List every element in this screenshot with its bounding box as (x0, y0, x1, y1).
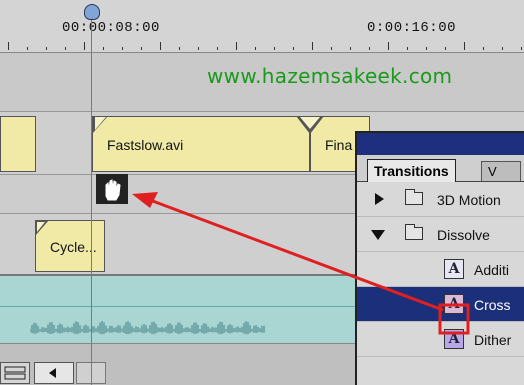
ruler-tick (369, 47, 370, 50)
transition-label: Dither (474, 332, 512, 348)
folder-icon (405, 224, 423, 240)
palette-title-bar[interactable] (357, 133, 524, 155)
ruler-tick (293, 47, 294, 50)
transition-icon: A (444, 329, 464, 349)
scroll-left-button[interactable] (34, 362, 74, 384)
collapsed-triangle-icon[interactable] (375, 193, 384, 205)
palette-tab-row: Transitions V (357, 155, 524, 182)
ruler-tick (179, 47, 180, 50)
ruler-tick (445, 47, 446, 50)
expanded-triangle-icon[interactable] (371, 230, 385, 240)
watermark-text: www.hazemsakeek.com (207, 64, 453, 88)
hand-cursor-icon (96, 174, 128, 204)
folder-icon (405, 189, 423, 205)
ruler-tick (407, 47, 408, 50)
transition-item[interactable]: A Dither (357, 322, 524, 357)
ruler-tick (141, 47, 142, 50)
ruler-tick (46, 47, 47, 50)
timeline-window: 00:00:08:00 0:00:16:00 Fastslow.avi Fina… (0, 0, 524, 385)
transition-label: Cross (474, 297, 511, 313)
ruler-tick (388, 42, 389, 50)
tab-transitions[interactable]: Transitions (367, 159, 456, 182)
ruler-time-label: 00:00:08:00 (62, 20, 160, 36)
transition-item-selected[interactable]: A Cross (357, 287, 524, 322)
ruler-tick (160, 42, 161, 50)
transition-icon: A (444, 259, 464, 279)
transition-item[interactable]: A Additi (357, 252, 524, 287)
track-format-icon (4, 366, 26, 380)
clip-label: Cycle... (50, 239, 97, 255)
transitions-palette: Transitions V 3D Motion Dissolve A Addit… (355, 131, 524, 385)
folder-3d-motion[interactable]: 3D Motion (357, 182, 524, 217)
track-format-button[interactable] (0, 362, 30, 384)
ruler-tick (521, 47, 522, 50)
transition-icon: A (444, 294, 464, 314)
ruler-tick (236, 42, 237, 50)
ruler-tick (350, 47, 351, 50)
arrow-left-icon (49, 368, 56, 378)
ruler-tick (312, 42, 313, 50)
ruler-tick (502, 47, 503, 50)
ruler-tick (255, 47, 256, 50)
audio-waveform (30, 321, 265, 335)
folder-dissolve[interactable]: Dissolve (357, 217, 524, 252)
ruler-tick (84, 42, 85, 50)
playhead-handle[interactable] (84, 4, 100, 20)
ruler-tick (426, 47, 427, 50)
tab-video[interactable]: V (481, 161, 521, 181)
ruler-tick (65, 47, 66, 50)
ruler-tick (331, 47, 332, 50)
playhead-line (91, 8, 92, 385)
time-ruler[interactable]: 00:00:08:00 0:00:16:00 (0, 0, 524, 53)
transition-label: Additi (474, 262, 510, 278)
ruler-tick (198, 47, 199, 50)
folder-label: 3D Motion (437, 192, 501, 208)
ruler-tick (483, 47, 484, 50)
ruler-tick (103, 47, 104, 50)
ruler-time-label: 0:00:16:00 (367, 20, 457, 36)
ruler-tick (8, 42, 9, 50)
ruler-tick (274, 47, 275, 50)
ruler-tick (122, 47, 123, 50)
ruler-tick (464, 42, 465, 50)
ruler-tick (217, 47, 218, 50)
clip-fade-marker (35, 220, 49, 236)
ruler-tick (27, 47, 28, 50)
folder-label: Dissolve (437, 227, 490, 243)
